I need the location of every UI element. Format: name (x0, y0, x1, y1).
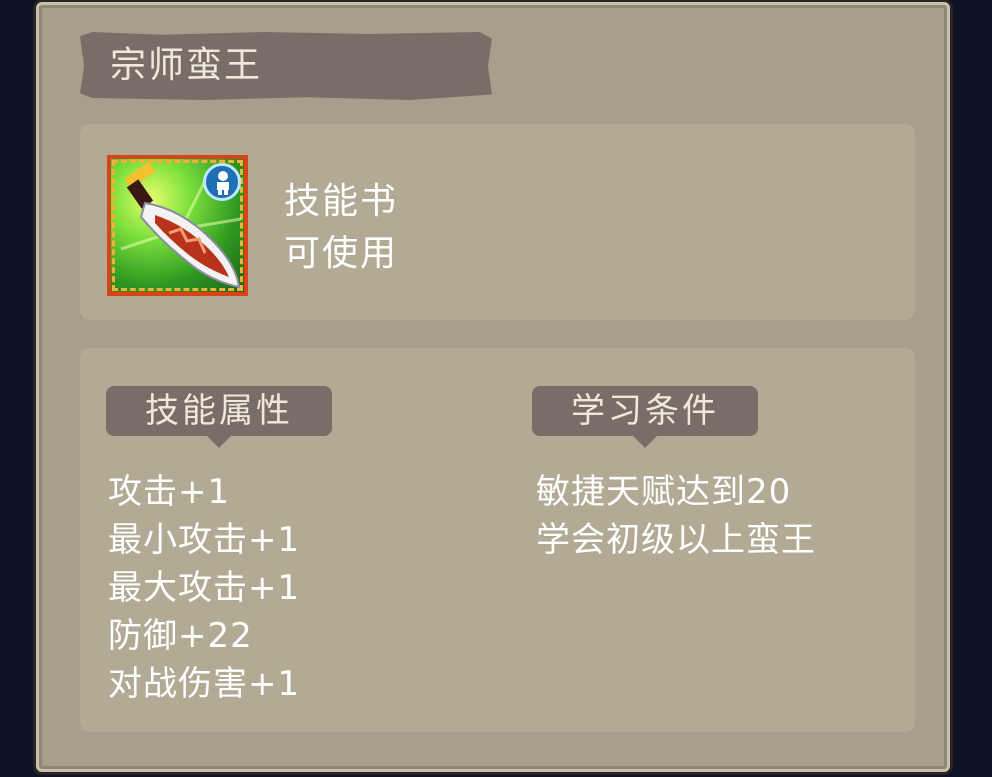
list-item: 最小攻击+1 (108, 520, 301, 560)
list-item: 攻击+1 (108, 472, 231, 512)
person-icon (203, 163, 241, 201)
list-item: 最大攻击+1 (108, 568, 301, 608)
item-title: 宗师蛮王 (110, 45, 263, 86)
skill-attributes-header: 技能属性 (106, 386, 332, 448)
list-item: 防御+22 (108, 616, 253, 656)
item-status-label: 可使用 (284, 233, 399, 274)
learn-requirements-header: 学习条件 (532, 386, 758, 448)
list-item: 学会初级以上蛮王 (536, 520, 816, 560)
skill-attributes-list: 攻击+1 最小攻击+1 最大攻击+1 防御+22 对战伤害+1 (108, 468, 300, 708)
learn-requirements-list: 敏捷天赋达到20 学会初级以上蛮王 (536, 468, 816, 564)
item-type-label: 技能书 (284, 181, 399, 222)
list-item: 敏捷天赋达到20 (536, 472, 792, 512)
list-item: 对战伤害+1 (108, 664, 301, 704)
